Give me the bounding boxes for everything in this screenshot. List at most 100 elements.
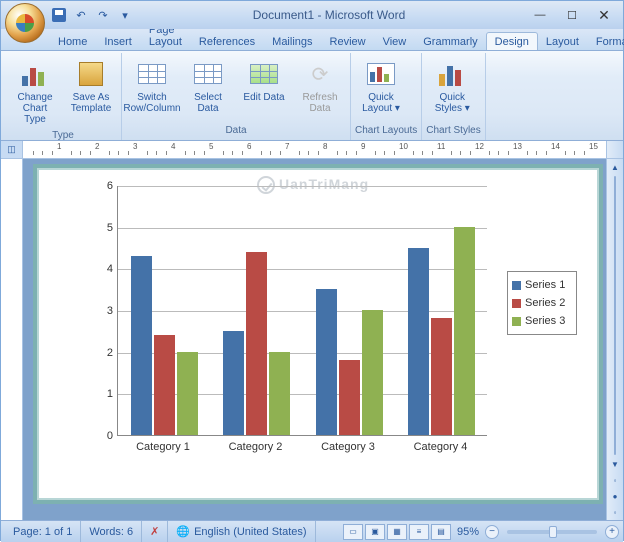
zoom-percent[interactable]: 95% [453, 526, 483, 538]
legend-item: Series 2 [512, 294, 572, 312]
save-as-template-button[interactable]: Save As Template [65, 55, 117, 117]
bar-series-3 [362, 310, 383, 435]
status-right: ▭ ▣ ▦ ≡ ▤ 95% − + [343, 524, 619, 540]
vertical-scrollbar[interactable]: ▲ ▼ ◦ ● ◦ [606, 159, 623, 520]
group-data: Switch Row/Column Select Data Edit Data … [122, 53, 351, 140]
edit-data-button[interactable]: Edit Data [238, 55, 290, 106]
zoom-thumb[interactable] [549, 526, 557, 538]
tab-format[interactable]: Format [587, 32, 624, 50]
tab-design[interactable]: Design [486, 32, 538, 50]
document-area: UanTriMang 0123456 Category 1Category 2C… [1, 159, 623, 520]
template-icon [75, 58, 107, 90]
zoom-in-button[interactable]: + [605, 525, 619, 539]
tab-view[interactable]: View [374, 32, 416, 50]
vertical-ruler[interactable] [1, 159, 23, 520]
prev-page-icon[interactable]: ◦ [607, 472, 623, 488]
plot-area [117, 186, 487, 436]
document-canvas[interactable]: UanTriMang 0123456 Category 1Category 2C… [23, 159, 606, 520]
y-tick: 6 [97, 180, 113, 192]
browse-object-icon[interactable]: ● [607, 488, 623, 504]
refresh-data-button[interactable]: ⟳ Refresh Data [294, 55, 346, 117]
status-words[interactable]: Words: 6 [81, 521, 142, 542]
office-button[interactable] [5, 3, 45, 43]
bar-series-3 [269, 352, 290, 435]
legend-label: Series 1 [525, 279, 565, 291]
switch-row-column-button[interactable]: Switch Row/Column [126, 55, 178, 117]
minimize-button[interactable]: — [525, 6, 555, 24]
bar-series-3 [454, 227, 475, 435]
tab-insert[interactable]: Insert [95, 32, 141, 50]
web-layout-view-button[interactable]: ▦ [387, 524, 407, 540]
quick-access-toolbar: ↶ ↷ ▾ [51, 7, 133, 23]
group-chart-layouts: Quick Layout ▾ Chart Layouts [351, 53, 422, 140]
quick-layout-icon [365, 58, 397, 90]
horizontal-ruler: ◫ 123456789101112131415 [1, 141, 623, 159]
x-tick: Category 4 [395, 441, 487, 453]
legend-item: Series 1 [512, 276, 572, 294]
full-screen-view-button[interactable]: ▣ [365, 524, 385, 540]
ribbon: Change Chart Type Save As Template Type … [1, 51, 623, 141]
quick-styles-button[interactable]: Quick Styles ▾ [426, 55, 478, 117]
status-language[interactable]: 🌐 English (United States) [168, 521, 315, 542]
group-chart-styles-label: Chart Styles [426, 123, 480, 138]
bar-series-2 [431, 318, 452, 435]
status-page[interactable]: Page: 1 of 1 [5, 521, 81, 542]
tab-mailings[interactable]: Mailings [263, 32, 321, 50]
x-tick: Category 1 [117, 441, 209, 453]
redo-icon[interactable]: ↷ [95, 7, 111, 23]
maximize-button[interactable]: ☐ [557, 6, 587, 24]
legend-label: Series 2 [525, 297, 565, 309]
select-data-icon [192, 58, 224, 90]
zoom-out-button[interactable]: − [485, 525, 499, 539]
group-data-label: Data [126, 123, 346, 138]
bar-series-3 [177, 352, 198, 435]
print-layout-view-button[interactable]: ▭ [343, 524, 363, 540]
chart-object[interactable]: UanTriMang 0123456 Category 1Category 2C… [33, 164, 603, 504]
ruler-toggle-button[interactable]: ◫ [1, 141, 23, 158]
change-chart-type-button[interactable]: Change Chart Type [9, 55, 61, 128]
status-proofing[interactable]: ✗ [142, 521, 168, 542]
tab-review[interactable]: Review [321, 32, 375, 50]
bar-series-1 [408, 248, 429, 436]
legend-label: Series 3 [525, 315, 565, 327]
legend-swatch [512, 281, 521, 290]
quick-layout-button[interactable]: Quick Layout ▾ [355, 55, 407, 117]
outline-view-button[interactable]: ≡ [409, 524, 429, 540]
group-chart-styles: Quick Styles ▾ Chart Styles [422, 53, 485, 140]
qat-dropdown-icon[interactable]: ▾ [117, 7, 133, 23]
scroll-down-arrow[interactable]: ▼ [607, 456, 623, 472]
legend-swatch [512, 317, 521, 326]
select-data-button[interactable]: Select Data [182, 55, 234, 117]
switch-icon [136, 58, 168, 90]
chart-type-icon [19, 58, 51, 90]
next-page-icon[interactable]: ◦ [607, 504, 623, 520]
group-chart-layouts-label: Chart Layouts [355, 123, 417, 138]
scroll-thumb[interactable] [614, 176, 616, 455]
y-tick: 0 [97, 430, 113, 442]
status-bar: Page: 1 of 1 Words: 6 ✗ 🌐 English (Unite… [1, 520, 623, 542]
proofing-icon: ✗ [150, 525, 159, 538]
zoom-slider[interactable] [507, 530, 597, 534]
ribbon-tabs: Home Insert Page Layout References Maili… [1, 29, 623, 51]
quick-styles-icon [436, 58, 468, 90]
draft-view-button[interactable]: ▤ [431, 524, 451, 540]
save-icon[interactable] [51, 7, 67, 23]
title-bar: ↶ ↷ ▾ Document1 - Microsoft Word — ☐ ✕ [1, 1, 623, 29]
y-tick: 1 [97, 388, 113, 400]
tab-home[interactable]: Home [49, 32, 96, 50]
window-title: Document1 - Microsoft Word [133, 8, 525, 22]
undo-icon[interactable]: ↶ [73, 7, 89, 23]
legend-swatch [512, 299, 521, 308]
x-tick: Category 2 [210, 441, 302, 453]
tab-layout[interactable]: Layout [537, 32, 588, 50]
scroll-up-arrow[interactable]: ▲ [607, 159, 623, 175]
edit-data-icon [248, 58, 280, 90]
bar-series-2 [246, 252, 267, 435]
close-button[interactable]: ✕ [589, 6, 619, 24]
bar-series-1 [131, 256, 152, 435]
x-tick: Category 3 [302, 441, 394, 453]
tab-references[interactable]: References [190, 32, 264, 50]
tab-grammarly[interactable]: Grammarly [414, 32, 486, 50]
ruler-track[interactable]: 123456789101112131415 [23, 141, 606, 158]
legend-item: Series 3 [512, 312, 572, 330]
